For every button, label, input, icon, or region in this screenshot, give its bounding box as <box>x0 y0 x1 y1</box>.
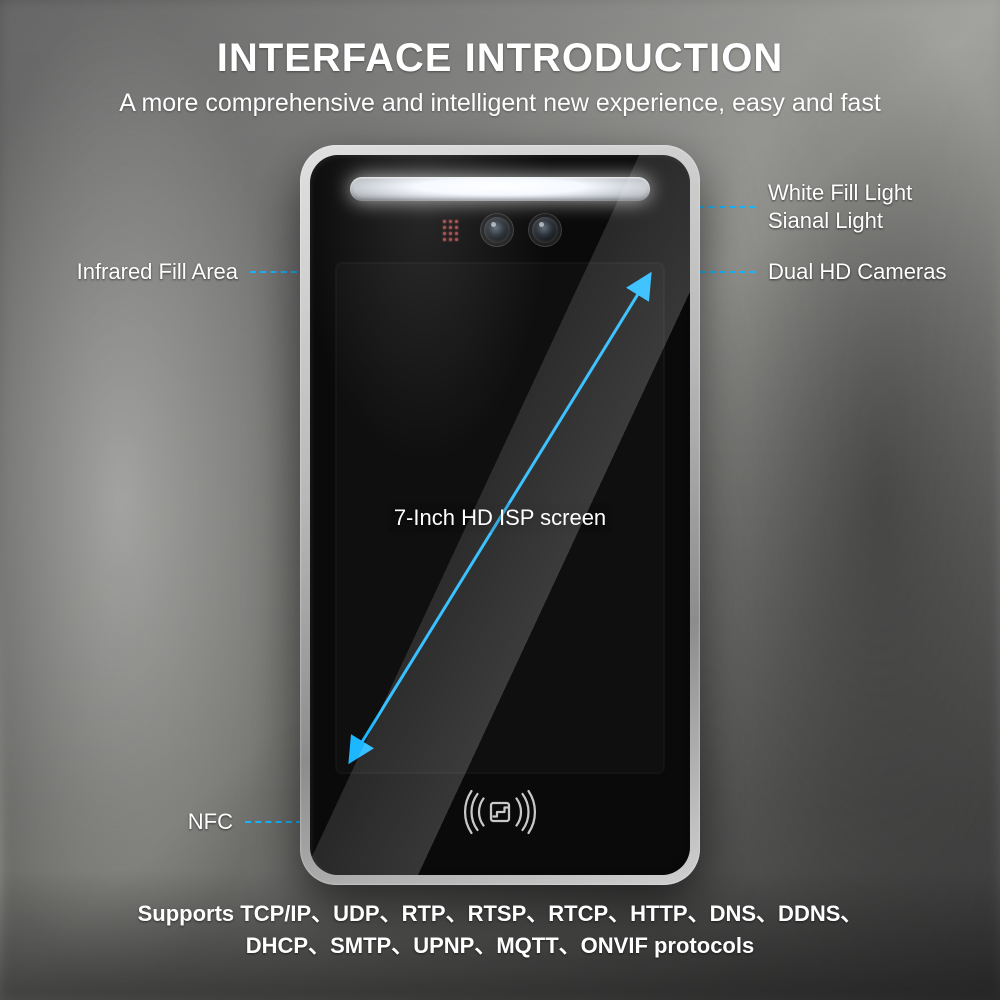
annotation-label: NFC <box>188 808 233 836</box>
annotation-label: Sianal Light <box>768 207 912 235</box>
camera-lens-icon <box>484 217 510 243</box>
infrared-array-icon <box>443 220 462 241</box>
sensor-row <box>310 217 690 243</box>
annotation-text: Infrared Fill Area <box>77 258 238 286</box>
display-screen: 7-Inch HD ISP screen <box>336 263 664 773</box>
device: 7-Inch HD ISP screen <box>300 145 700 885</box>
page-title: INTERFACE INTRODUCTION <box>0 0 1000 81</box>
annotation-label: White Fill Light <box>768 179 912 207</box>
fill-light-bar <box>350 177 650 201</box>
device-glass: 7-Inch HD ISP screen <box>310 155 690 875</box>
nfc-icon <box>455 789 545 835</box>
annotation-text: Dual HD Cameras <box>768 258 947 286</box>
annotation-label: Dual HD Cameras <box>768 258 947 286</box>
device-bezel: 7-Inch HD ISP screen <box>300 145 700 885</box>
annotation-label: Infrared Fill Area <box>77 258 238 286</box>
supported-protocols: Supports TCP/IP、UDP、RTP、RTSP、RTCP、HTTP、D… <box>0 898 1000 962</box>
content-root: INTERFACE INTRODUCTION A more comprehens… <box>0 0 1000 1000</box>
camera-lens-icon <box>532 217 558 243</box>
annotation-text: NFC <box>188 808 233 836</box>
annotation-text: White Fill Light Sianal Light <box>768 179 912 234</box>
screen-size-label: 7-Inch HD ISP screen <box>388 503 612 533</box>
protocols-line: DHCP、SMTP、UPNP、MQTT、ONVIF protocols <box>120 930 880 962</box>
protocols-line: Supports TCP/IP、UDP、RTP、RTSP、RTCP、HTTP、D… <box>120 898 880 930</box>
page-subtitle: A more comprehensive and intelligent new… <box>0 89 1000 118</box>
